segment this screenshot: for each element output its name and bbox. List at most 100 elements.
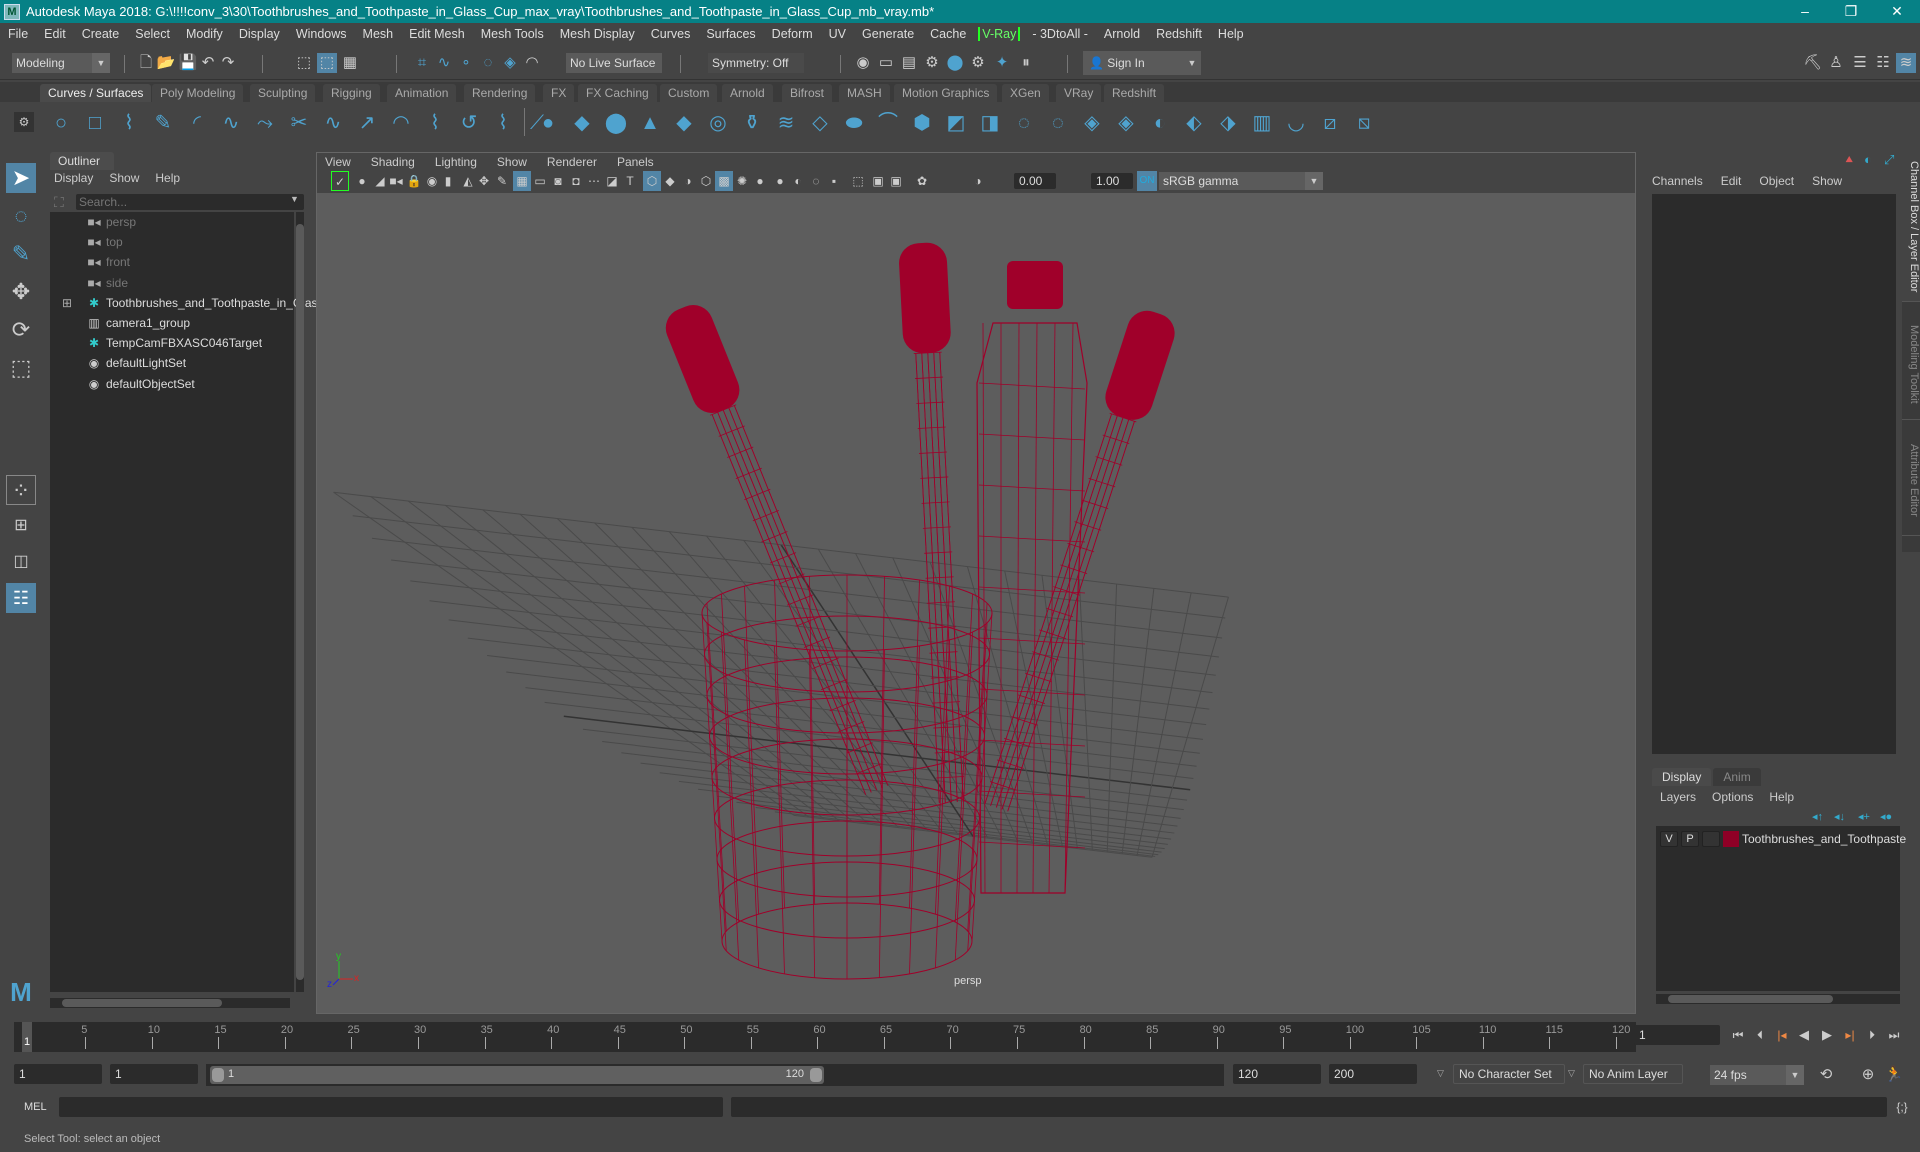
shelf-tab-bifrost[interactable]: Bifrost bbox=[782, 84, 833, 102]
pencil-curve-icon[interactable]: ✎ bbox=[150, 111, 176, 135]
hypershade-icon[interactable]: ⬤ bbox=[945, 53, 965, 73]
grease-pencil-icon[interactable]: ✥ bbox=[475, 171, 493, 191]
reverse-curve-icon[interactable]: ↺ bbox=[456, 111, 482, 135]
menu-mesh[interactable]: Mesh bbox=[355, 27, 402, 41]
shelf-tab-xgen[interactable]: XGen bbox=[1002, 84, 1049, 102]
safe-action-icon[interactable]: ◪ bbox=[603, 171, 621, 191]
layer-display-type-toggle[interactable] bbox=[1702, 831, 1720, 847]
menu-cache[interactable]: Cache bbox=[922, 27, 974, 41]
outliner-item[interactable]: ✱ TempCamFBXASC046Target bbox=[62, 333, 262, 353]
layer-tab-anim[interactable]: Anim bbox=[1713, 768, 1761, 786]
screen-space-ao-icon[interactable]: ● bbox=[771, 171, 789, 191]
boundary-icon[interactable]: ◩ bbox=[943, 111, 969, 135]
xray-icon[interactable]: ▩ bbox=[715, 171, 733, 191]
3d-scene[interactable]: persp y x z bbox=[317, 193, 1635, 1013]
rotate-tool-icon[interactable]: ⟳ bbox=[6, 315, 36, 345]
nurbs-cube-icon[interactable]: ◆ bbox=[569, 111, 595, 135]
square-icon[interactable]: □ bbox=[82, 111, 108, 135]
shadows-icon[interactable]: ● bbox=[751, 171, 769, 191]
smooth-shade-icon[interactable]: ◆ bbox=[661, 171, 679, 191]
use-all-lights-icon[interactable]: ✺ bbox=[733, 171, 751, 191]
scene-canvas[interactable] bbox=[317, 193, 1635, 1013]
step-back-key-icon[interactable]: ⏴ bbox=[1750, 1025, 1770, 1045]
bevel-icon[interactable]: ⬢ bbox=[909, 111, 935, 135]
attribute-editor-icon[interactable]: ☰ bbox=[1850, 53, 1870, 73]
extend-curve-icon[interactable]: ↗ bbox=[354, 111, 380, 135]
render-settings-icon[interactable]: ⚙ bbox=[922, 53, 942, 73]
nurbs-sphere-icon[interactable]: ● bbox=[535, 111, 561, 135]
playback-end-field[interactable]: 120 bbox=[1233, 1064, 1321, 1084]
outliner-item[interactable]: ■◂ persp bbox=[62, 212, 136, 232]
camera-attributes-icon[interactable]: ● bbox=[353, 171, 371, 191]
render-view-icon[interactable]: ◉ bbox=[853, 53, 873, 73]
fps-dropdown[interactable]: 24 fps ▼ bbox=[1710, 1065, 1804, 1085]
circle-icon[interactable]: ○ bbox=[48, 111, 74, 135]
shelf-tab-vray[interactable]: VRay bbox=[1056, 84, 1102, 102]
ep-curve-icon[interactable]: ∿ bbox=[218, 111, 244, 135]
camera-tool-icon[interactable]: ✎ bbox=[493, 171, 511, 191]
exposure-field[interactable]: 0.00 bbox=[1014, 173, 1056, 189]
menu-display[interactable]: Display bbox=[231, 27, 288, 41]
menu-mesh-display[interactable]: Mesh Display bbox=[552, 27, 643, 41]
select-camera-icon[interactable]: ✓ bbox=[331, 171, 349, 191]
menu-file[interactable]: File bbox=[0, 27, 36, 41]
menu-modify[interactable]: Modify bbox=[178, 27, 231, 41]
attach-surface-icon[interactable]: ⬗ bbox=[1215, 111, 1241, 135]
step-forward-key-icon[interactable]: ⏵ bbox=[1862, 1025, 1882, 1045]
outliner-menu-help[interactable]: Help bbox=[155, 171, 180, 185]
color-space-dropdown[interactable]: sRGB gamma ▼ bbox=[1159, 172, 1323, 190]
current-frame-field[interactable]: 1 bbox=[1634, 1025, 1720, 1045]
shelf-tab-animation[interactable]: Animation bbox=[387, 84, 457, 102]
xray-joints-icon[interactable]: ▣ bbox=[869, 171, 887, 191]
redo-icon[interactable]: ↷ bbox=[218, 53, 238, 73]
menu-surfaces[interactable]: Surfaces bbox=[698, 27, 763, 41]
lasso-tool-icon[interactable]: ◌ bbox=[6, 201, 36, 231]
layers-help-menu[interactable]: Help bbox=[1769, 790, 1794, 804]
insert-knot-icon[interactable]: ⌇ bbox=[490, 111, 516, 135]
layer-tab-display[interactable]: Display bbox=[1652, 768, 1712, 786]
menu-vray[interactable]: V-Ray bbox=[978, 26, 1021, 41]
motion-blur-icon[interactable]: ◐ bbox=[789, 171, 807, 191]
new-layer-selected-icon[interactable]: ◂● bbox=[1880, 810, 1892, 823]
minimize-button[interactable]: – bbox=[1782, 0, 1828, 23]
lock-camera-icon[interactable]: 🔒 bbox=[405, 171, 423, 191]
channels-edit-menu[interactable]: Edit bbox=[1721, 174, 1742, 188]
outliner-item[interactable]: ▥ camera1_group bbox=[62, 313, 190, 333]
layer-visibility-toggle[interactable]: V bbox=[1660, 831, 1678, 847]
scale-attributes-icon[interactable]: ⤢ bbox=[1884, 152, 1894, 168]
menu-edit[interactable]: Edit bbox=[36, 27, 74, 41]
select-by-object-icon[interactable]: ⬚ bbox=[317, 53, 337, 73]
menu-create[interactable]: Create bbox=[74, 27, 128, 41]
move-layer-down-icon[interactable]: ◂↓ bbox=[1834, 810, 1845, 823]
wireframe-on-shaded-icon[interactable]: ⬡ bbox=[697, 171, 715, 191]
gamma-icon[interactable]: ◑ bbox=[969, 171, 987, 191]
sculpt-surface-icon[interactable]: ⧄ bbox=[1317, 111, 1343, 135]
outliner-item[interactable]: ⊞ ✱ Toothbrushes_and_Toothpaste_in_Glass_C… bbox=[62, 293, 352, 313]
symmetry-dropdown[interactable]: Symmetry: Off bbox=[708, 53, 804, 73]
play-forwards-icon[interactable]: ▶ bbox=[1817, 1025, 1837, 1045]
fillet-icon[interactable]: ◐ bbox=[1147, 111, 1173, 135]
cut-curve-icon[interactable]: ✂ bbox=[286, 111, 312, 135]
channels-object-menu[interactable]: Object bbox=[1759, 174, 1794, 188]
loft-icon[interactable]: ≋ bbox=[773, 111, 799, 135]
wireframe-icon[interactable]: ⬡ bbox=[643, 171, 661, 191]
field-chart-icon[interactable]: ⋯ bbox=[585, 171, 603, 191]
cv-curve-icon[interactable]: ⌇ bbox=[116, 111, 142, 135]
color-management-toggle-icon[interactable]: ON bbox=[1137, 171, 1157, 191]
nurbs-plane-icon[interactable]: ◆ bbox=[671, 111, 697, 135]
layer-name[interactable]: Toothbrushes_and_Toothpaste bbox=[1742, 832, 1912, 846]
time-slider-track[interactable]: 1 5 10 15 20 25 30 35 40 45 50 55 60 65 70 75 80 85 90 95 1… bbox=[14, 1022, 1636, 1052]
play-backwards-icon[interactable]: ◀ bbox=[1794, 1025, 1814, 1045]
loop-icon[interactable]: ⟲ bbox=[1816, 1065, 1836, 1085]
bookmark-view-icon[interactable]: ▮ bbox=[439, 171, 457, 191]
step-forward-frame-icon[interactable]: ▸| bbox=[1840, 1025, 1860, 1045]
select-tool-icon[interactable]: ➤ bbox=[6, 163, 36, 193]
shelf-tab-redshift[interactable]: Redshift bbox=[1104, 84, 1165, 102]
project-curve-icon[interactable]: ◈ bbox=[1113, 111, 1139, 135]
shelf-tab-rendering[interactable]: Rendering bbox=[464, 84, 536, 102]
viewport-menu-shading[interactable]: Shading bbox=[371, 153, 415, 171]
square-surface-icon[interactable]: ◨ bbox=[977, 111, 1003, 135]
snap-to-point-icon[interactable]: ∘ bbox=[456, 53, 476, 73]
layer-color-swatch[interactable] bbox=[1723, 831, 1739, 847]
multisample-aa-icon[interactable]: ◌ bbox=[807, 171, 825, 191]
